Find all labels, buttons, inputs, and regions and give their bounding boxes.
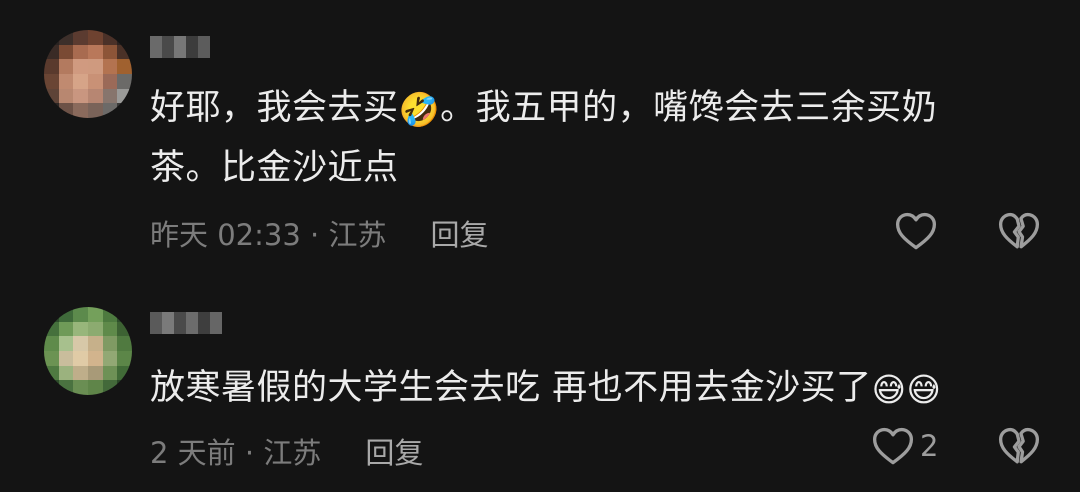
like-button[interactable]	[895, 211, 943, 251]
user-avatar[interactable]	[44, 307, 132, 395]
rofl-emoji: 🤣	[398, 90, 441, 129]
reply-button[interactable]: 回复	[365, 430, 423, 472]
broken-heart-icon	[998, 426, 1040, 466]
grinning-sweat-emoji: 😅😅	[871, 370, 942, 409]
time-location: 2 天前 · 江苏	[150, 436, 322, 470]
username-pixelated[interactable]	[150, 312, 222, 334]
dislike-button[interactable]	[998, 426, 1040, 466]
comment-item-2: 放寒暑假的大学生会去吃 再也不用去金沙买了😅😅 2 天前 · 江苏 回复 2	[0, 292, 1080, 492]
username-pixelated[interactable]	[150, 36, 210, 58]
broken-heart-icon	[998, 211, 1040, 251]
heart-outline-icon	[895, 211, 937, 251]
comment-meta: 2 天前 · 江苏 回复	[150, 430, 423, 472]
heart-outline-icon	[872, 426, 914, 466]
like-count: 2	[920, 429, 939, 463]
time-location: 昨天 02:33 · 江苏	[150, 218, 387, 252]
user-avatar[interactable]	[44, 30, 132, 118]
comment-meta: 昨天 02:33 · 江苏 回复	[150, 212, 488, 254]
comment-text: 好耶，我会去买🤣。我五甲的，嘴馋会去三余买奶 茶。比金沙近点	[150, 88, 938, 188]
reply-button[interactable]: 回复	[430, 212, 488, 254]
like-button[interactable]: 2	[872, 426, 938, 466]
dislike-button[interactable]	[998, 211, 1040, 251]
comment-item-1: 好耶，我会去买🤣。我五甲的，嘴馋会去三余买奶 茶。比金沙近点 昨天 02:33 …	[0, 0, 1080, 270]
comment-text: 放寒暑假的大学生会去吃 再也不用去金沙买了😅😅	[150, 368, 942, 409]
